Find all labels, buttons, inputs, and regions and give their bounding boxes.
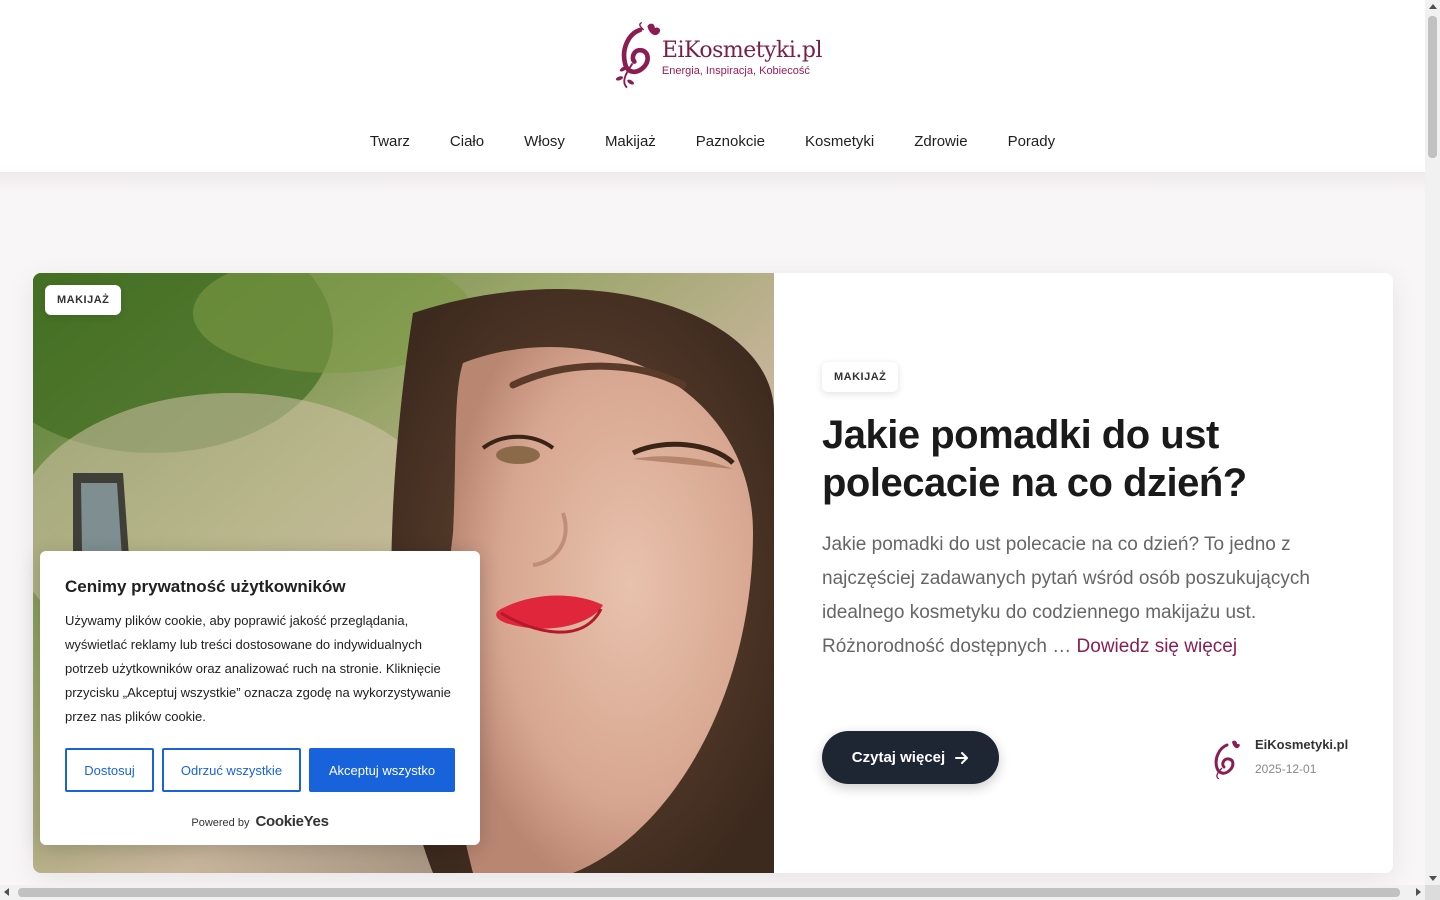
nav-item-porady[interactable]: Porady bbox=[988, 130, 1076, 154]
cookie-actions: Dostosuj Odrzuć wszystkie Akceptuj wszys… bbox=[65, 748, 455, 792]
article-title[interactable]: Jakie pomadki do ust polecacie na co dzi… bbox=[822, 411, 1342, 507]
nav-item-kosmetyki[interactable]: Kosmetyki bbox=[785, 130, 894, 154]
author-block: EiKosmetyki.pl 2025-12-01 bbox=[1209, 735, 1348, 779]
cookie-customize-button[interactable]: Dostosuj bbox=[65, 748, 154, 792]
read-more-button[interactable]: Czytaj więcej bbox=[822, 731, 999, 784]
read-more-button-label: Czytaj więcej bbox=[851, 749, 946, 766]
nav-item-paznokcie[interactable]: Paznokcie bbox=[676, 130, 785, 154]
scroll-up-arrow-icon[interactable] bbox=[1429, 4, 1437, 9]
horizontal-scroll-thumb[interactable] bbox=[18, 888, 1400, 897]
scroll-left-arrow-icon[interactable] bbox=[4, 888, 9, 896]
arrow-right-icon bbox=[955, 751, 969, 764]
vertical-scrollbar[interactable] bbox=[1425, 0, 1440, 885]
read-more-link[interactable]: Dowiedz się więcej bbox=[1077, 636, 1238, 657]
powered-by-label: Powered by bbox=[191, 817, 250, 829]
main-navigation: Twarz Ciało Włosy Makijaż Paznokcie Kosm… bbox=[0, 130, 1425, 154]
logo-flower-icon bbox=[615, 21, 661, 89]
nav-item-makijaz[interactable]: Makijaż bbox=[585, 130, 676, 154]
article-date: 2025-12-01 bbox=[1255, 762, 1317, 776]
author-avatar-icon[interactable] bbox=[1209, 739, 1243, 779]
author-name[interactable]: EiKosmetyki.pl bbox=[1255, 735, 1348, 755]
cookie-accept-all-button[interactable]: Akceptuj wszystko bbox=[309, 748, 455, 792]
cookieyes-logo[interactable]: CookieYes bbox=[255, 813, 328, 830]
cookie-title: Cenimy prywatność użytkowników bbox=[65, 577, 346, 596]
nav-item-cialo[interactable]: Ciało bbox=[430, 130, 504, 154]
vertical-scroll-thumb[interactable] bbox=[1428, 16, 1437, 158]
horizontal-scrollbar[interactable] bbox=[0, 885, 1425, 900]
scroll-right-arrow-icon[interactable] bbox=[1416, 888, 1421, 896]
logo-tagline: Energia, Inspiracja, Kobiecość bbox=[661, 65, 810, 77]
scroll-down-arrow-icon[interactable] bbox=[1429, 876, 1437, 881]
article-excerpt: Jakie pomadki do ust polecacie na co dzi… bbox=[822, 528, 1342, 664]
cookie-reject-all-button[interactable]: Odrzuć wszystkie bbox=[162, 748, 301, 792]
cookie-description: Używamy plików cookie, aby poprawić jako… bbox=[65, 613, 451, 724]
scrollbar-corner bbox=[1425, 885, 1440, 900]
category-badge[interactable]: MAKIJAŻ bbox=[822, 362, 899, 392]
image-category-badge[interactable]: MAKIJAŻ bbox=[45, 285, 122, 315]
cookie-consent-banner: Cenimy prywatność użytkowników Używamy p… bbox=[40, 551, 480, 845]
site-header: EiKosmetyki.pl Energia, Inspiracja, Kobi… bbox=[0, 0, 1425, 172]
cookie-powered-by: Powered by CookieYes bbox=[40, 813, 480, 830]
nav-item-zdrowie[interactable]: Zdrowie bbox=[894, 130, 987, 154]
nav-item-wlosy[interactable]: Włosy bbox=[504, 130, 585, 154]
nav-item-twarz[interactable]: Twarz bbox=[350, 130, 430, 154]
logo-name: EiKosmetyki.pl bbox=[661, 38, 823, 63]
site-logo[interactable]: EiKosmetyki.pl Energia, Inspiracja, Kobi… bbox=[612, 18, 823, 94]
